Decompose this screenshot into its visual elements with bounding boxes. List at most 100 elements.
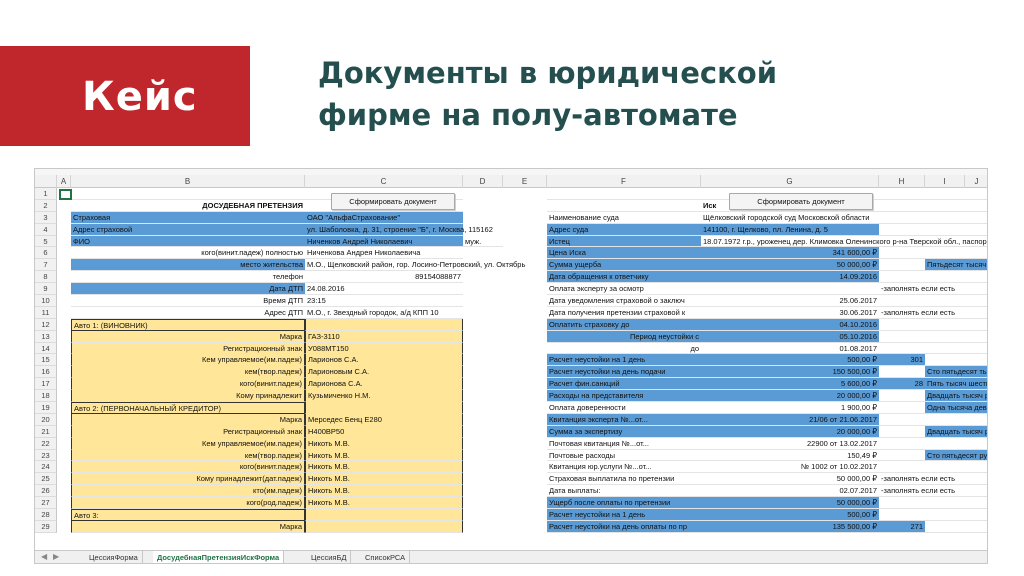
cell-b28[interactable]: Авто 3: <box>71 509 305 521</box>
cell-b1[interactable] <box>71 188 305 200</box>
cell-i29[interactable] <box>925 521 987 533</box>
cell-f10[interactable]: Дата уведомления страховой о заключ <box>547 295 701 307</box>
row-number[interactable]: 29 <box>35 520 57 533</box>
cell-c28[interactable] <box>305 509 463 521</box>
cell-c25[interactable]: Никоть М.В. <box>305 473 463 486</box>
cell-f13[interactable]: Период неустойки с <box>547 330 701 343</box>
cell-c14[interactable]: У088МТ150 <box>305 342 463 355</box>
cell-g5[interactable]: 18.07.1972 г.р., уроженец дер. Климовка … <box>701 236 987 248</box>
cell-f20[interactable]: Квитанция эксперта №...от... <box>547 413 701 426</box>
row-number[interactable]: 14 <box>35 342 57 355</box>
row-number[interactable]: 11 <box>35 306 57 319</box>
cell-i26[interactable] <box>925 485 987 498</box>
cell-h29[interactable]: 271 <box>879 520 925 533</box>
cell-g10[interactable]: 25.06.2017 <box>701 295 879 307</box>
column-header-j[interactable]: J <box>965 175 987 188</box>
cell-h21[interactable] <box>879 426 925 438</box>
row-number[interactable]: 20 <box>35 413 57 426</box>
cell-h28[interactable] <box>879 509 925 521</box>
column-header-d[interactable]: D <box>463 175 503 188</box>
cell-f6[interactable]: Цена Иска <box>547 247 701 260</box>
cell-g12[interactable]: 04.10.2016 <box>701 318 879 331</box>
cell-c8[interactable]: 89154088877 <box>305 271 463 284</box>
cell-i12[interactable] <box>925 319 987 331</box>
cell-g26[interactable]: 02.07.2017 <box>701 485 879 498</box>
row-number[interactable]: 2 <box>35 199 57 212</box>
cell-h10[interactable] <box>879 295 925 307</box>
cell-i25[interactable] <box>925 473 987 486</box>
cell-h23[interactable] <box>879 450 925 462</box>
row-number[interactable]: 24 <box>35 461 57 474</box>
cell-i11[interactable] <box>925 307 987 319</box>
cell-i18[interactable]: Двадцать тысяч рублей 0 <box>925 390 987 403</box>
tab-списокрса[interactable]: СписокРСА <box>361 551 411 563</box>
cell-h14[interactable] <box>879 343 925 355</box>
row-number[interactable]: 15 <box>35 354 57 367</box>
cell-g3[interactable]: Щёлковский городской суд Московской обла… <box>701 212 879 224</box>
cell-f8[interactable]: Дата обращения к ответчику <box>547 271 701 284</box>
row-number[interactable]: 10 <box>35 295 57 307</box>
row-number[interactable]: 1 <box>35 188 57 200</box>
cell-i19[interactable]: Одна тысяча девятьсот р <box>925 402 987 414</box>
cell-g20[interactable]: 21/06 от 21.06.2017 <box>701 413 879 426</box>
row-number[interactable]: 7 <box>35 259 57 272</box>
cell-d5[interactable]: муж. <box>463 236 503 248</box>
cell-f1[interactable] <box>547 188 701 200</box>
cell-f7[interactable]: Сумма ущерба <box>547 259 701 272</box>
cell-f12[interactable]: Оплатить страховку до <box>547 318 701 331</box>
cell-f14[interactable]: до <box>547 343 701 355</box>
select-all-corner[interactable] <box>35 175 57 188</box>
tab-цессиябд[interactable]: ЦессияБД <box>307 551 352 563</box>
cell-b23[interactable]: кем(твор.падеж) <box>71 449 305 462</box>
cell-h25[interactable]: -заполнять если есть <box>879 473 955 486</box>
cell-h18[interactable] <box>879 390 925 403</box>
cell-b24[interactable]: кого(винит.падеж) <box>71 461 305 474</box>
row-number[interactable]: 19 <box>35 402 57 414</box>
cell-f2[interactable] <box>547 200 701 212</box>
cell-b25[interactable]: Кому принадлежит(дат.падеж) <box>71 473 305 486</box>
cell-c15[interactable]: Ларионов С.А. <box>305 354 463 367</box>
cell-g16[interactable]: 150 500,00 ₽ <box>701 366 879 379</box>
row-number[interactable]: 25 <box>35 473 57 486</box>
cell-h2[interactable] <box>879 200 925 212</box>
row-number[interactable]: 9 <box>35 283 57 296</box>
cell-h16[interactable] <box>879 366 925 379</box>
cell-b22[interactable]: Кем управляемое(им.падеж) <box>71 437 305 450</box>
column-header-c[interactable]: C <box>305 175 463 188</box>
cell-f11[interactable]: Дата получения претензии страховой к <box>547 307 701 319</box>
cell-b7[interactable]: место жительства <box>71 259 305 272</box>
cell-c5[interactable]: Ниченков Андрей Николаевич <box>305 235 463 248</box>
row-number[interactable]: 28 <box>35 509 57 521</box>
cell-b27[interactable]: кого(род.падеж) <box>71 497 305 510</box>
cell-i14[interactable] <box>925 343 987 355</box>
row-number[interactable]: 12 <box>35 318 57 331</box>
tab-досудебнаяпретензияискформа[interactable]: ДосудебнаяПретензияИскФорма <box>153 551 285 563</box>
cell-c16[interactable]: Ларионовым С.А. <box>305 366 463 379</box>
cell-f28[interactable]: Расчет неустойки на 1 день <box>547 509 701 521</box>
cell-g18[interactable]: 20 000,00 ₽ <box>701 390 879 403</box>
cell-i28[interactable] <box>925 509 987 521</box>
cell-g28[interactable]: 500,00 ₽ <box>701 509 879 521</box>
row-number[interactable]: 22 <box>35 437 57 450</box>
cell-f17[interactable]: Расчет фин.санкций <box>547 378 701 391</box>
cell-g23[interactable]: 150,49 ₽ <box>701 450 879 462</box>
cell-g9[interactable] <box>701 283 879 296</box>
row-number[interactable]: 17 <box>35 378 57 391</box>
row-number[interactable]: 18 <box>35 390 57 403</box>
cell-b20[interactable]: Марка <box>71 413 305 426</box>
cell-f27[interactable]: Ущерб после оплаты по претензии <box>547 497 701 510</box>
cell-c21[interactable]: Н400ВР50 <box>305 425 463 438</box>
cell-i5[interactable] <box>925 236 987 248</box>
cell-h8[interactable] <box>879 271 925 284</box>
cell-h13[interactable] <box>879 331 925 343</box>
cell-c12[interactable] <box>305 318 463 331</box>
cell-b5[interactable]: ФИО <box>71 235 305 248</box>
cell-f24[interactable]: Квитанция юр.услуги №...от... <box>547 461 701 474</box>
column-header-f[interactable]: F <box>547 175 701 188</box>
cell-f9[interactable]: Оплата эксперту за осмотр <box>547 283 701 296</box>
cell-i22[interactable] <box>925 438 987 450</box>
cell-b14[interactable]: Регистрационный знак <box>71 342 305 355</box>
cell-f4[interactable]: Адрес суда <box>547 223 701 236</box>
cell-f23[interactable]: Почтовые расходы <box>547 450 701 462</box>
cell-h15[interactable]: 301 <box>879 354 925 367</box>
